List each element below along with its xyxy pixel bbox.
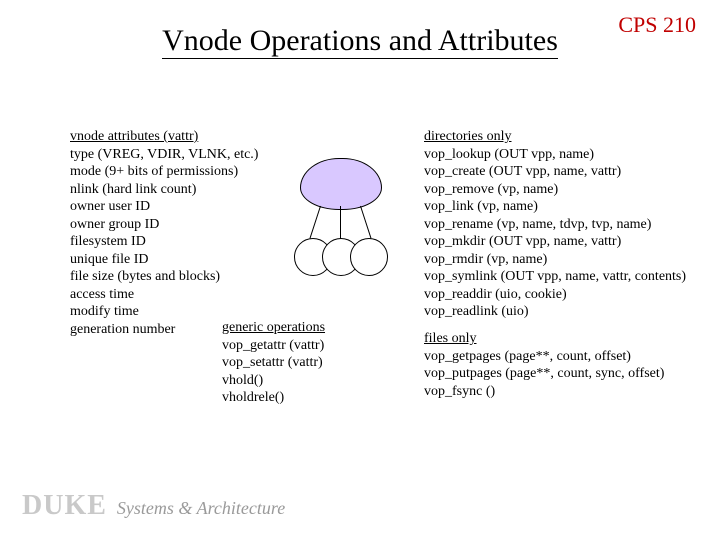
page-title-text: Vnode Operations and Attributes xyxy=(162,24,558,59)
footer-subtitle: Systems & Architecture xyxy=(117,498,285,519)
list-item: vop_remove (vp, name) xyxy=(424,181,704,199)
list-item: vop_rename (vp, name, tdvp, tvp, name) xyxy=(424,216,704,234)
files-only-block: files only vop_getpages (page**, count, … xyxy=(424,330,704,400)
directories-only-header: directories only xyxy=(424,128,704,146)
vnode-attributes-header: vnode attributes (vattr) xyxy=(70,128,300,146)
generic-operations-block: generic operations vop_getattr (vattr) v… xyxy=(222,319,392,407)
list-item: vop_lookup (OUT vpp, name) xyxy=(424,146,704,164)
files-only-header: files only xyxy=(424,330,704,348)
list-item: type (VREG, VDIR, VLNK, etc.) xyxy=(70,146,300,164)
list-item: vholdrele() xyxy=(222,389,392,407)
list-item: vop_readlink (uio) xyxy=(424,303,704,321)
footer: DUKE Systems & Architecture xyxy=(22,490,285,522)
node-circle-icon xyxy=(350,238,388,276)
generic-operations-header: generic operations xyxy=(222,319,392,337)
list-item: vop_create (OUT vpp, name, vattr) xyxy=(424,163,704,181)
directories-only-block: directories only vop_lookup (OUT vpp, na… xyxy=(424,128,704,321)
duke-logo-text: DUKE xyxy=(22,490,107,522)
list-item: nlink (hard link count) xyxy=(70,181,300,199)
list-item: vop_setattr (vattr) xyxy=(222,354,392,372)
list-item: vop_mkdir (OUT vpp, name, vattr) xyxy=(424,233,704,251)
list-item: vop_getpages (page**, count, offset) xyxy=(424,348,704,366)
list-item: file size (bytes and blocks) xyxy=(70,268,300,286)
page-title: Vnode Operations and Attributes xyxy=(0,24,720,58)
list-item: unique file ID xyxy=(70,251,300,269)
connector-line xyxy=(310,206,321,239)
list-item: modify time xyxy=(70,303,300,321)
list-item: access time xyxy=(70,286,300,304)
list-item: owner group ID xyxy=(70,216,300,234)
list-item: vhold() xyxy=(222,372,392,390)
list-item: vop_fsync () xyxy=(424,383,704,401)
list-item: vop_putpages (page**, count, sync, offse… xyxy=(424,365,704,383)
list-item: vop_getattr (vattr) xyxy=(222,337,392,355)
list-item: vop_symlink (OUT vpp, name, vattr, conte… xyxy=(424,268,704,286)
vnode-attributes-block: vnode attributes (vattr) type (VREG, VDI… xyxy=(70,128,300,338)
list-item: mode (9+ bits of permissions) xyxy=(70,163,300,181)
list-item: vop_readdir (uio, cookie) xyxy=(424,286,704,304)
list-item: vop_link (vp, name) xyxy=(424,198,704,216)
vnode-tree-diagram xyxy=(280,158,400,298)
list-item: owner user ID xyxy=(70,198,300,216)
connector-line xyxy=(340,206,341,240)
connector-line xyxy=(360,206,371,239)
blob-icon xyxy=(300,158,382,210)
list-item: filesystem ID xyxy=(70,233,300,251)
list-item: vop_rmdir (vp, name) xyxy=(424,251,704,269)
